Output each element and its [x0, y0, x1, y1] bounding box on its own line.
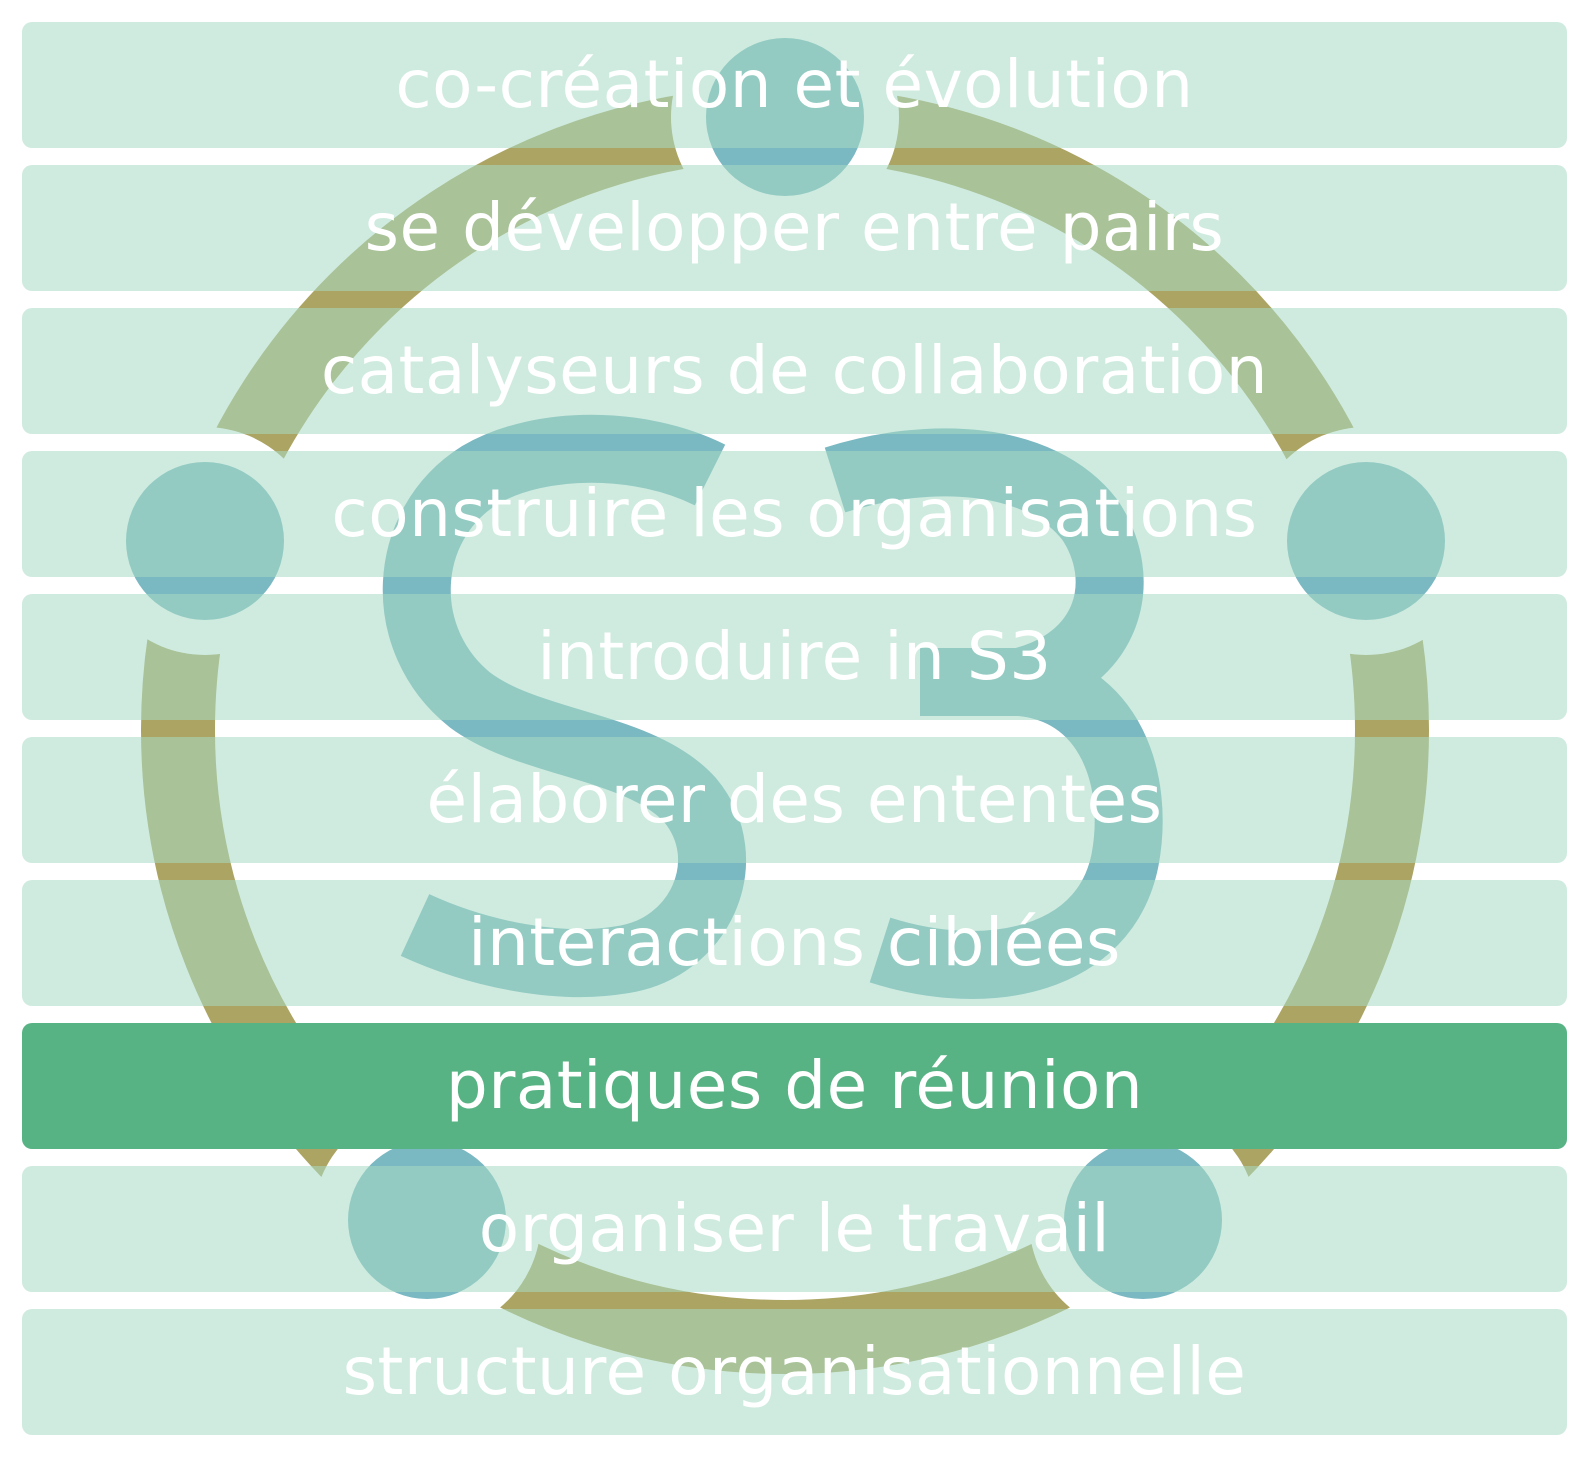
band-introduire-in-s3[interactable]: introduire in S3	[22, 594, 1567, 720]
band-label: catalyseurs de collaboration	[320, 332, 1269, 409]
band-label: interactions ciblées	[468, 904, 1121, 981]
band-label: construire les organisations	[331, 475, 1258, 552]
band-catalyseurs-de-collaboration[interactable]: catalyseurs de collaboration	[22, 308, 1567, 434]
band-organiser-le-travail[interactable]: organiser le travail	[22, 1166, 1567, 1292]
band-co-creation-evolution[interactable]: co-création et évolution	[22, 22, 1567, 148]
band-label: introduire in S3	[537, 618, 1052, 695]
band-label: structure organisationnelle	[342, 1333, 1247, 1410]
topic-band-list: co-création et évolution se développer e…	[22, 22, 1567, 1452]
band-label: élaborer des ententes	[426, 761, 1163, 838]
band-se-developper-entre-pairs[interactable]: se développer entre pairs	[22, 165, 1567, 291]
band-interactions-ciblees[interactable]: interactions ciblées	[22, 880, 1567, 1006]
band-label: pratiques de réunion	[445, 1047, 1144, 1124]
band-label: organiser le travail	[478, 1190, 1111, 1267]
band-construire-les-organisations[interactable]: construire les organisations	[22, 451, 1567, 577]
band-label: se développer entre pairs	[364, 189, 1225, 266]
band-pratiques-de-reunion[interactable]: pratiques de réunion	[22, 1023, 1567, 1149]
band-label: co-création et évolution	[395, 46, 1194, 123]
band-structure-organisationnelle[interactable]: structure organisationnelle	[22, 1309, 1567, 1435]
band-elaborer-des-ententes[interactable]: élaborer des ententes	[22, 737, 1567, 863]
